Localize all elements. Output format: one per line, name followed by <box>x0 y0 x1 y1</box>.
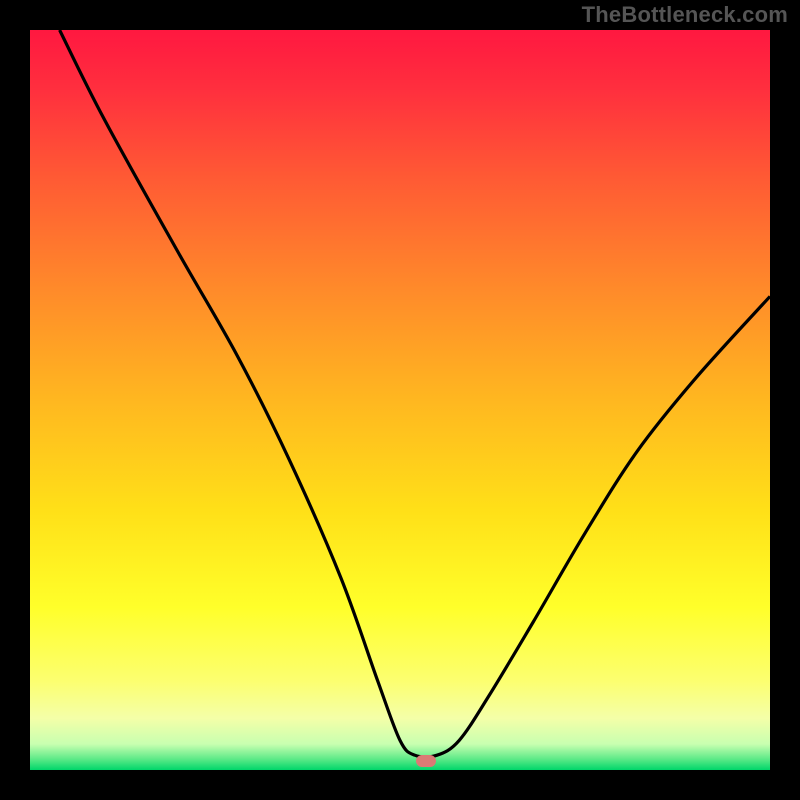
plot-area <box>30 30 770 770</box>
bottleneck-curve <box>60 30 770 757</box>
watermark-text: TheBottleneck.com <box>582 2 788 28</box>
chart-outer-frame: TheBottleneck.com <box>0 0 800 800</box>
curve-layer <box>30 30 770 770</box>
optimal-point-marker <box>416 755 436 767</box>
